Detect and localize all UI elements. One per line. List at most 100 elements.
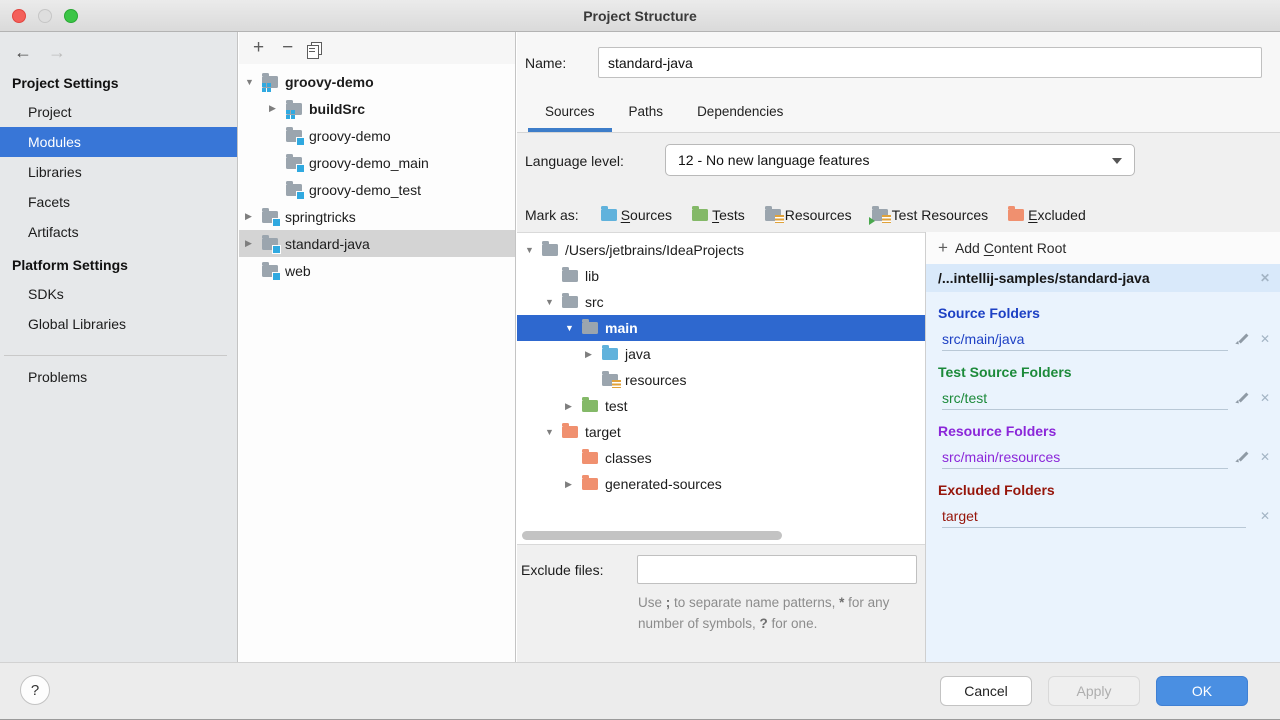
folder-path[interactable]: target	[942, 508, 978, 524]
edit-folder-icon[interactable]	[1236, 332, 1250, 346]
expand-arrow-icon[interactable]	[585, 349, 602, 360]
window-title: Project Structure	[583, 7, 697, 24]
expand-arrow-icon[interactable]	[545, 427, 562, 437]
module-icon	[286, 153, 304, 172]
cancel-button[interactable]: Cancel	[940, 676, 1032, 706]
module-icon	[262, 234, 280, 253]
sidebar-item-libraries[interactable]: Libraries	[0, 157, 237, 187]
module-list-panel: + − groovy-demobuildSrcgroovy-demogroovy…	[239, 32, 516, 662]
expand-arrow-icon[interactable]	[565, 479, 582, 490]
sidebar-item-artifacts[interactable]: Artifacts	[0, 217, 237, 247]
sidebar-item-facets[interactable]: Facets	[0, 187, 237, 217]
file-tree f-row-row-java[interactable]: java	[517, 341, 925, 367]
folder-path-line: src/test	[942, 386, 1228, 410]
file-tree f-row-row-test[interactable]: test	[517, 393, 925, 419]
folder-source-icon	[600, 206, 617, 221]
expand-arrow-icon[interactable]	[565, 401, 582, 412]
expand-arrow-icon[interactable]	[565, 323, 582, 333]
titlebar[interactable]: Project Structure	[0, 0, 1280, 32]
sidebar-item-sdks[interactable]: SDKs	[0, 279, 237, 309]
sidebar-item-modules[interactable]: Modules	[0, 127, 237, 157]
sidebar-item-global-libraries[interactable]: Global Libraries	[0, 309, 237, 339]
module-tree t-row-row-groovy-demo[interactable]: groovy-demo	[239, 68, 515, 95]
close-window-icon[interactable]	[12, 9, 26, 23]
tree-item-label: generated-sources	[605, 476, 722, 492]
expand-arrow-icon[interactable]	[525, 245, 542, 255]
tab-sources[interactable]: Sources	[528, 96, 612, 132]
test-arrow-icon	[868, 217, 879, 225]
tree-item-label: /Users/jetbrains/IdeaProjects	[565, 242, 744, 258]
horizontal-scrollbar[interactable]	[517, 530, 925, 542]
file-tree f-row-row-resources[interactable]: resources	[517, 367, 925, 393]
ok-button[interactable]: OK	[1156, 676, 1248, 706]
sidebar-item-project[interactable]: Project	[0, 97, 237, 127]
folder-icon	[582, 319, 598, 334]
remove-folder-icon[interactable]: ✕	[1260, 450, 1270, 464]
mark-as-tests[interactable]: Tests	[692, 206, 745, 223]
remove-folder-icon[interactable]: ✕	[1260, 391, 1270, 405]
add-content-root-button[interactable]: + Add Content Root	[926, 232, 1280, 264]
sidebar-item-problems[interactable]: Problems	[0, 362, 237, 392]
module-tree t-row-row-groovy-demo[interactable]: groovy-demo	[239, 122, 515, 149]
module-tree t-row-row-groovy-demo-test[interactable]: groovy-demo_test	[239, 176, 515, 203]
folder-path[interactable]: src/main/java	[942, 331, 1024, 347]
tree-item-label: buildSrc	[309, 100, 366, 117]
mark-as-resources[interactable]: Resources	[764, 206, 852, 223]
folder-resource-icon	[602, 371, 621, 388]
tree-item-label: main	[605, 320, 638, 336]
zoom-window-icon[interactable]	[64, 9, 78, 23]
file-tree f-row-row-target[interactable]: target	[517, 419, 925, 445]
module-tree t-row-row-web[interactable]: web	[239, 257, 515, 284]
folder-excluded-icon	[562, 423, 578, 438]
edit-folder-icon[interactable]	[1236, 391, 1250, 405]
file-tree f-row-row-src[interactable]: src	[517, 289, 925, 315]
folder-path[interactable]: src/main/resources	[942, 449, 1060, 465]
expand-arrow-icon[interactable]	[245, 238, 262, 249]
module-name-input[interactable]	[598, 47, 1262, 78]
copy-module-icon[interactable]	[307, 41, 323, 59]
mark-as-excluded[interactable]: Excluded	[1008, 206, 1086, 223]
help-button[interactable]: ?	[20, 675, 50, 705]
file-tree f-row-row-generated-sources[interactable]: generated-sources	[517, 471, 925, 497]
language-level-select[interactable]: 12 - No new language features	[665, 144, 1135, 176]
remove-module-button[interactable]: −	[282, 38, 293, 57]
expand-arrow-icon[interactable]	[245, 211, 262, 222]
scrollbar-thumb[interactable]	[522, 531, 782, 540]
remove-folder-icon[interactable]: ✕	[1260, 509, 1270, 523]
expand-arrow-icon[interactable]	[545, 297, 562, 307]
group-title-source-folders: Source Folders	[938, 305, 1040, 321]
file-tree f-row-row-lib[interactable]: lib	[517, 263, 925, 289]
edit-folder-icon[interactable]	[1236, 450, 1250, 464]
folder-path[interactable]: src/test	[942, 390, 987, 406]
folder-source-icon	[602, 345, 618, 360]
group-title-test-source-folders: Test Source Folders	[938, 364, 1072, 380]
add-module-button[interactable]: +	[253, 38, 264, 57]
module-tree t-row-row-standard-java[interactable]: standard-java	[239, 230, 515, 257]
mark-as-label-test-resources: Test Resources	[891, 207, 989, 223]
group-test-source-folders: Test Source Folders src/test ✕	[938, 364, 1270, 410]
content-roots-pane: + Add Content Root /...intellij-samples/…	[925, 232, 1280, 662]
apply-button[interactable]: Apply	[1048, 676, 1140, 706]
content-root-header[interactable]: /...intellij-samples/standard-java ✕	[926, 264, 1280, 292]
module-tree t-row-row-springtricks[interactable]: springtricks	[239, 203, 515, 230]
mark-as-test-resources[interactable]: Test Resources	[868, 206, 989, 225]
file-tree f-row-row-classes[interactable]: classes	[517, 445, 925, 471]
file-tree f-row-row-users-jetbrains-ideaprojects[interactable]: /Users/jetbrains/IdeaProjects	[517, 237, 925, 263]
module-tree t-row-row-groovy-demo-main[interactable]: groovy-demo_main	[239, 149, 515, 176]
language-level-value: 12 - No new language features	[678, 152, 870, 168]
mark-as-label-resources: Resources	[784, 207, 852, 223]
sidebar-divider	[4, 355, 227, 356]
remove-content-root-icon[interactable]: ✕	[1260, 271, 1270, 285]
module-tree t-row-row-buildsrc[interactable]: buildSrc	[239, 95, 515, 122]
sidebar-section-platform-settings: Platform Settings	[12, 257, 128, 273]
exclude-files-input[interactable]	[637, 555, 917, 584]
folder-path-line: target	[942, 504, 1246, 528]
tab-dependencies[interactable]: Dependencies	[680, 96, 800, 132]
expand-arrow-icon[interactable]	[245, 77, 262, 87]
tab-paths[interactable]: Paths	[612, 96, 681, 132]
expand-arrow-icon[interactable]	[269, 103, 286, 114]
file-tree f-row-row-main[interactable]: main	[517, 315, 925, 341]
remove-folder-icon[interactable]: ✕	[1260, 332, 1270, 346]
mark-as-sources[interactable]: Sources	[600, 206, 672, 223]
back-arrow-icon[interactable]: ←	[14, 42, 32, 63]
